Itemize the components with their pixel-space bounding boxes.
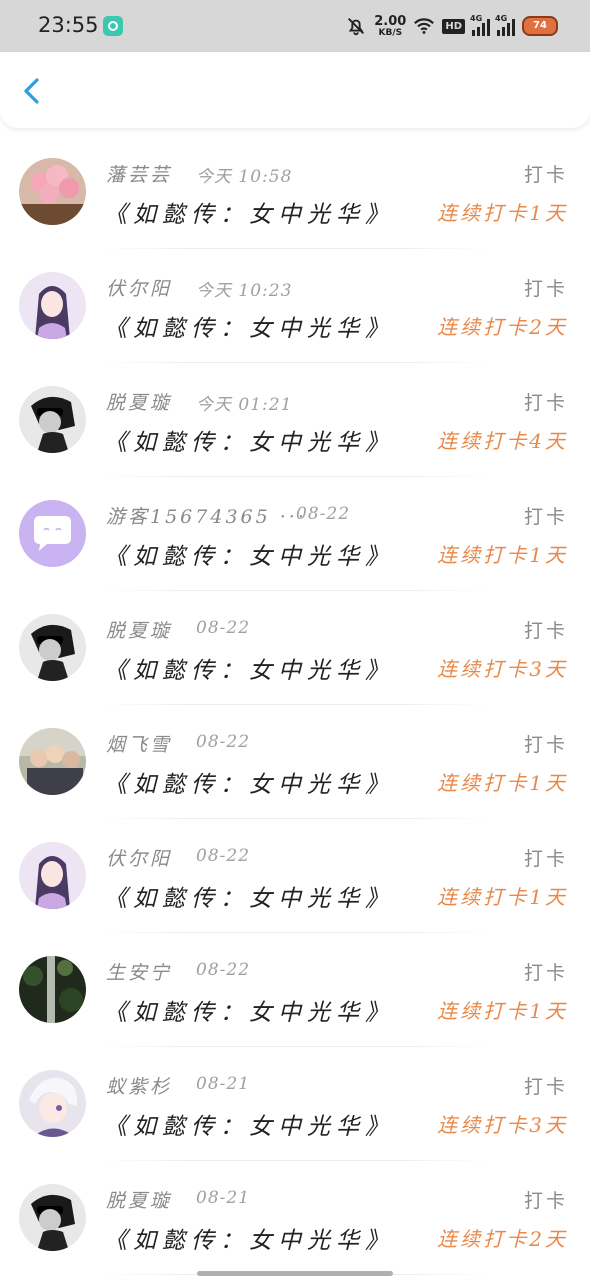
signal-icon-2: 4G — [495, 14, 515, 36]
user-name[interactable]: 脱夏璇 — [106, 616, 172, 643]
network-speed: 2.00 KB/S — [374, 13, 407, 38]
user-name[interactable]: 伏尔阳 — [106, 844, 172, 871]
streak-label: 连续打卡1天 — [437, 201, 568, 225]
home-indicator[interactable] — [197, 1271, 393, 1276]
hd-icon: HD — [442, 18, 465, 34]
streak-label: 连续打卡1天 — [437, 885, 568, 909]
book-title[interactable]: 《如懿传：女中光华》 — [104, 1107, 394, 1141]
avatar[interactable] — [19, 728, 86, 795]
book-title[interactable]: 《如懿传：女中光华》 — [104, 651, 394, 685]
book-title[interactable]: 《如懿传：女中光华》 — [104, 537, 394, 571]
wifi-icon — [414, 18, 435, 34]
avatar[interactable] — [19, 500, 86, 567]
checkin-time: 今天 01:21 — [196, 395, 293, 415]
user-name[interactable]: 生安宁 — [106, 958, 172, 985]
streak-label: 连续打卡3天 — [437, 657, 568, 681]
action-label: 打卡 — [523, 278, 568, 300]
action-label: 打卡 — [523, 962, 568, 984]
user-name[interactable]: 蚁紫杉 — [106, 1072, 172, 1099]
list-item[interactable]: 游客15674365 ··· 08-22 打卡《如懿传：女中光华》 连续打卡1天 — [0, 477, 590, 591]
checkin-time: 08-22 — [196, 618, 251, 638]
book-title[interactable]: 《如懿传：女中光华》 — [104, 423, 394, 457]
streak-label: 连续打卡1天 — [437, 771, 568, 795]
action-label: 打卡 — [523, 506, 568, 528]
user-name[interactable]: 藩芸芸 — [106, 160, 172, 187]
action-label: 打卡 — [523, 848, 568, 870]
list-item[interactable]: 脱夏璇 今天 01:21 打卡《如懿传：女中光华》 连续打卡4天 — [0, 363, 590, 477]
streak-label: 连续打卡2天 — [437, 1227, 568, 1251]
top-nav-bar — [0, 52, 590, 128]
user-name[interactable]: 伏尔阳 — [106, 274, 172, 301]
status-time: 23:55 — [38, 13, 99, 37]
bell-muted-icon — [348, 18, 365, 36]
checkin-time: 08-21 — [196, 1188, 251, 1208]
avatar[interactable] — [19, 956, 86, 1023]
user-name[interactable]: 烟飞雪 — [106, 730, 172, 757]
status-icons: 2.00 KB/S HD 4G 4G 74 — [345, 10, 558, 42]
avatar[interactable] — [19, 1184, 86, 1251]
checkin-time: 08-22 — [196, 732, 251, 752]
streak-label: 连续打卡4天 — [437, 429, 568, 453]
action-label: 打卡 — [523, 164, 568, 186]
checkin-time: 08-21 — [196, 1074, 251, 1094]
list-item[interactable]: 蚁紫杉 08-21 打卡《如懿传：女中光华》 连续打卡3天 — [0, 1047, 590, 1161]
checkin-time: 08-22 — [296, 504, 351, 524]
list-item[interactable]: 脱夏璇 08-22 打卡《如懿传：女中光华》 连续打卡3天 — [0, 591, 590, 705]
book-title[interactable]: 《如懿传：女中光华》 — [104, 879, 394, 913]
list-item[interactable]: 烟飞雪 08-22 打卡《如懿传：女中光华》 连续打卡1天 — [0, 705, 590, 819]
status-bar: 23:55 2.00 KB/S HD 4G 4G 74 — [0, 0, 590, 52]
streak-label: 连续打卡3天 — [437, 1113, 568, 1137]
book-title[interactable]: 《如懿传：女中光华》 — [104, 993, 394, 1027]
avatar[interactable] — [19, 614, 86, 681]
streak-label: 连续打卡2天 — [437, 315, 568, 339]
avatar[interactable] — [19, 842, 86, 909]
app-notification-icon — [103, 16, 123, 36]
book-title[interactable]: 《如懿传：女中光华》 — [104, 765, 394, 799]
action-label: 打卡 — [523, 734, 568, 756]
action-label: 打卡 — [523, 392, 568, 414]
book-title[interactable]: 《如懿传：女中光华》 — [104, 1221, 394, 1255]
checkin-list: 藩芸芸 今天 10:58 打卡 《如懿传：女中光华》 连续打卡1天 伏尔阳 今天 10:23… — [0, 135, 590, 1275]
chevron-left-icon[interactable] — [18, 74, 48, 108]
book-title[interactable]: 《如懿传：女中光华》 — [104, 309, 394, 343]
action-label: 打卡 — [523, 1190, 568, 1212]
battery-icon: 74 — [522, 16, 558, 36]
streak-label: 连续打卡1天 — [437, 999, 568, 1023]
avatar[interactable] — [19, 1070, 86, 1137]
book-title[interactable]: 《如懿传：女中光华》 — [104, 195, 394, 229]
list-item[interactable]: 伏尔阳 今天 10:23 打卡《如懿传：女中光华》 连续打卡2天 — [0, 249, 590, 363]
action-label: 打卡 — [523, 1076, 568, 1098]
list-item[interactable]: 脱夏璇 08-21 打卡《如懿传：女中光华》 连续打卡2天 — [0, 1161, 590, 1275]
list-item[interactable]: 生安宁 08-22 打卡《如懿传：女中光华》 连续打卡1天 — [0, 933, 590, 1047]
action-label: 打卡 — [523, 620, 568, 642]
user-name[interactable]: 游客15674365 ··· — [106, 502, 307, 529]
checkin-time: 08-22 — [196, 960, 251, 980]
checkin-time: 今天 10:58 — [196, 167, 293, 187]
checkin-time: 今天 10:23 — [196, 281, 293, 301]
avatar[interactable] — [19, 386, 86, 453]
user-name[interactable]: 脱夏璇 — [106, 388, 172, 415]
user-name[interactable]: 脱夏璇 — [106, 1186, 172, 1213]
avatar[interactable] — [19, 158, 86, 225]
signal-icon-1: 4G — [470, 14, 490, 36]
streak-label: 连续打卡1天 — [437, 543, 568, 567]
avatar[interactable] — [19, 272, 86, 339]
checkin-time: 08-22 — [196, 846, 251, 866]
list-item[interactable]: 伏尔阳 08-22 打卡《如懿传：女中光华》 连续打卡1天 — [0, 819, 590, 933]
list-item[interactable]: 藩芸芸 今天 10:58 打卡《如懿传：女中光华》 连续打卡1天 — [0, 135, 590, 249]
